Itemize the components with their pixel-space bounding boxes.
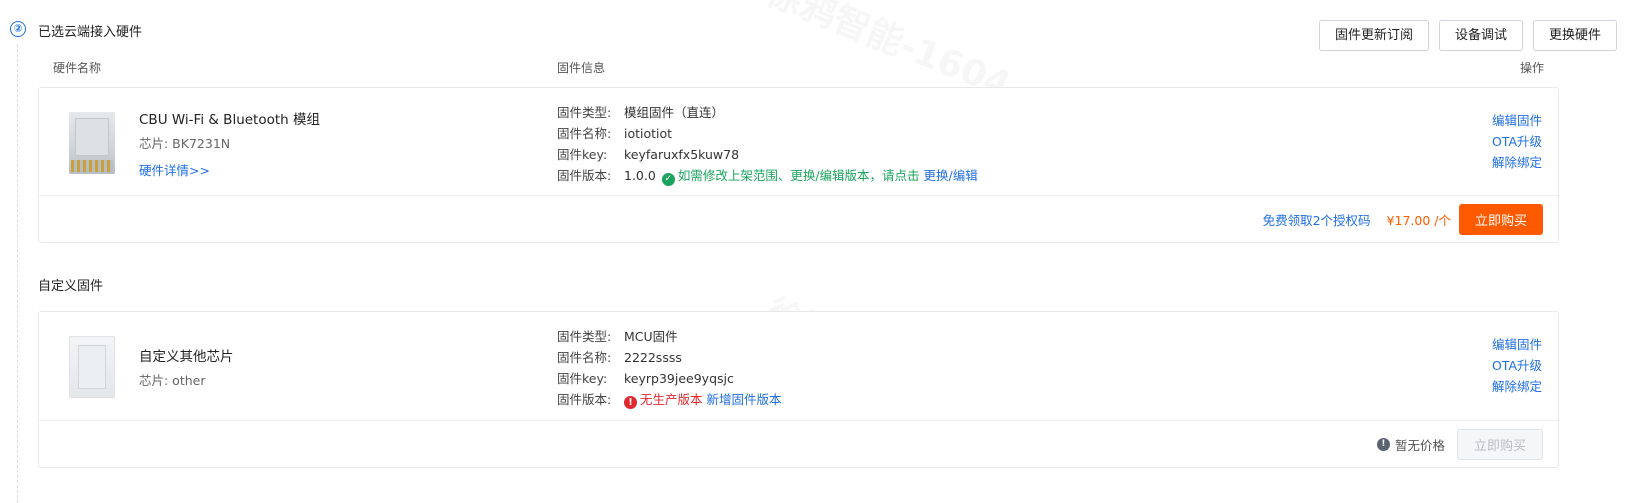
section-title: 已选云端接入硬件	[38, 25, 143, 40]
hardware-card: CBU Wi-Fi & Bluetooth 模组 芯片: BK7231N 硬件详…	[38, 87, 1559, 243]
add-firmware-version-link[interactable]: 新增固件版本	[707, 392, 782, 407]
no-price-text: 暂无价格	[1394, 438, 1445, 453]
replace-hardware-button[interactable]: 更换硬件	[1532, 20, 1617, 51]
step-rail	[17, 44, 18, 503]
price: ¥17.00 /个	[1386, 213, 1451, 228]
firmware-key-value: keyrp39jee9yqsjc	[624, 371, 734, 386]
edit-firmware-link[interactable]: 编辑固件	[1492, 110, 1542, 131]
check-circle-icon: ✓	[661, 173, 675, 186]
error-circle-icon: !	[624, 396, 637, 409]
buy-now-button-disabled[interactable]: 立即购买	[1456, 429, 1543, 460]
buy-now-button[interactable]: 立即购买	[1458, 204, 1543, 235]
firmware-version-value: 1.0.0	[624, 168, 656, 183]
firmware-key-label: 固件key:	[557, 147, 608, 162]
column-operations: 操作	[1519, 61, 1544, 75]
firmware-type-value: 模组固件（直连）	[624, 105, 725, 120]
hardware-chip: 芯片: BK7231N	[139, 136, 231, 151]
hardware-card-footer: 免费领取2个授权码 ¥17.00 /个 立即购买	[39, 196, 1558, 242]
firmware-type-value: MCU固件	[624, 329, 678, 344]
top-actions: 固件更新订阅 设备调试 更换硬件	[1318, 20, 1617, 51]
hardware-details-link[interactable]: 硬件详情>>	[139, 160, 210, 179]
ota-upgrade-link[interactable]: OTA升级	[1492, 355, 1542, 376]
firmware-name-label: 固件名称:	[557, 350, 612, 365]
no-production-version: 无生产版本	[640, 392, 703, 407]
operations: 编辑固件 OTA升级 解除绑定	[1492, 334, 1542, 397]
free-license-link[interactable]: 免费领取2个授权码	[1263, 210, 1371, 229]
custom-card-body: 自定义其他芯片 芯片: other 固件类型: MCU固件 固件名称: 2222ss…	[39, 312, 1558, 421]
column-firmware-info: 固件信息	[557, 61, 606, 75]
firmware-info: 固件类型: 模组固件（直连） 固件名称: iotiotiot 固件key: keyfa…	[557, 102, 978, 186]
firmware-key-label: 固件key:	[557, 371, 608, 386]
firmware-version-label: 固件版本:	[557, 392, 612, 407]
version-note: 如需修改上架范围、更换/编辑版本，请点击	[677, 168, 920, 183]
firmware-key-value: keyfaruxfx5kuw78	[624, 147, 740, 162]
custom-hardware-name: 自定义其他芯片	[139, 349, 234, 365]
operations: 编辑固件 OTA升级 解除绑定	[1492, 110, 1542, 173]
firmware-type-label: 固件类型:	[557, 105, 612, 120]
firmware-name-value: iotiotiot	[624, 126, 673, 141]
custom-hardware-chip: 芯片: other	[139, 373, 206, 388]
device-debug-button[interactable]: 设备调试	[1438, 20, 1523, 51]
hardware-name: CBU Wi-Fi & Bluetooth 模组	[139, 112, 321, 128]
ota-upgrade-link[interactable]: OTA升级	[1492, 131, 1542, 152]
module-image	[69, 112, 115, 174]
hardware-card-body: CBU Wi-Fi & Bluetooth 模组 芯片: BK7231N 硬件详…	[39, 88, 1558, 196]
custom-card-footer: ! 暂无价格 立即购买	[39, 421, 1558, 467]
column-hardware-name: 硬件名称	[53, 61, 102, 75]
firmware-subscribe-button[interactable]: 固件更新订阅	[1318, 20, 1429, 51]
unbind-link[interactable]: 解除绑定	[1492, 152, 1542, 173]
chip-image	[69, 336, 115, 398]
edit-firmware-link[interactable]: 编辑固件	[1492, 334, 1542, 355]
step-number: ②	[10, 21, 26, 37]
firmware-name-value: 2222ssss	[624, 350, 682, 365]
custom-firmware-info: 固件类型: MCU固件 固件名称: 2222ssss 固件key: keyrp39je…	[557, 326, 782, 410]
firmware-name-label: 固件名称:	[557, 126, 612, 141]
custom-firmware-title: 自定义固件	[38, 279, 104, 294]
custom-hardware-card: 自定义其他芯片 芯片: other 固件类型: MCU固件 固件名称: 2222ss…	[38, 311, 1559, 468]
firmware-version-label: 固件版本:	[557, 168, 612, 183]
unbind-link[interactable]: 解除绑定	[1492, 376, 1542, 397]
replace-edit-link[interactable]: 更换/编辑	[924, 168, 978, 183]
info-circle-icon: !	[1376, 438, 1390, 451]
firmware-type-label: 固件类型:	[557, 329, 612, 344]
